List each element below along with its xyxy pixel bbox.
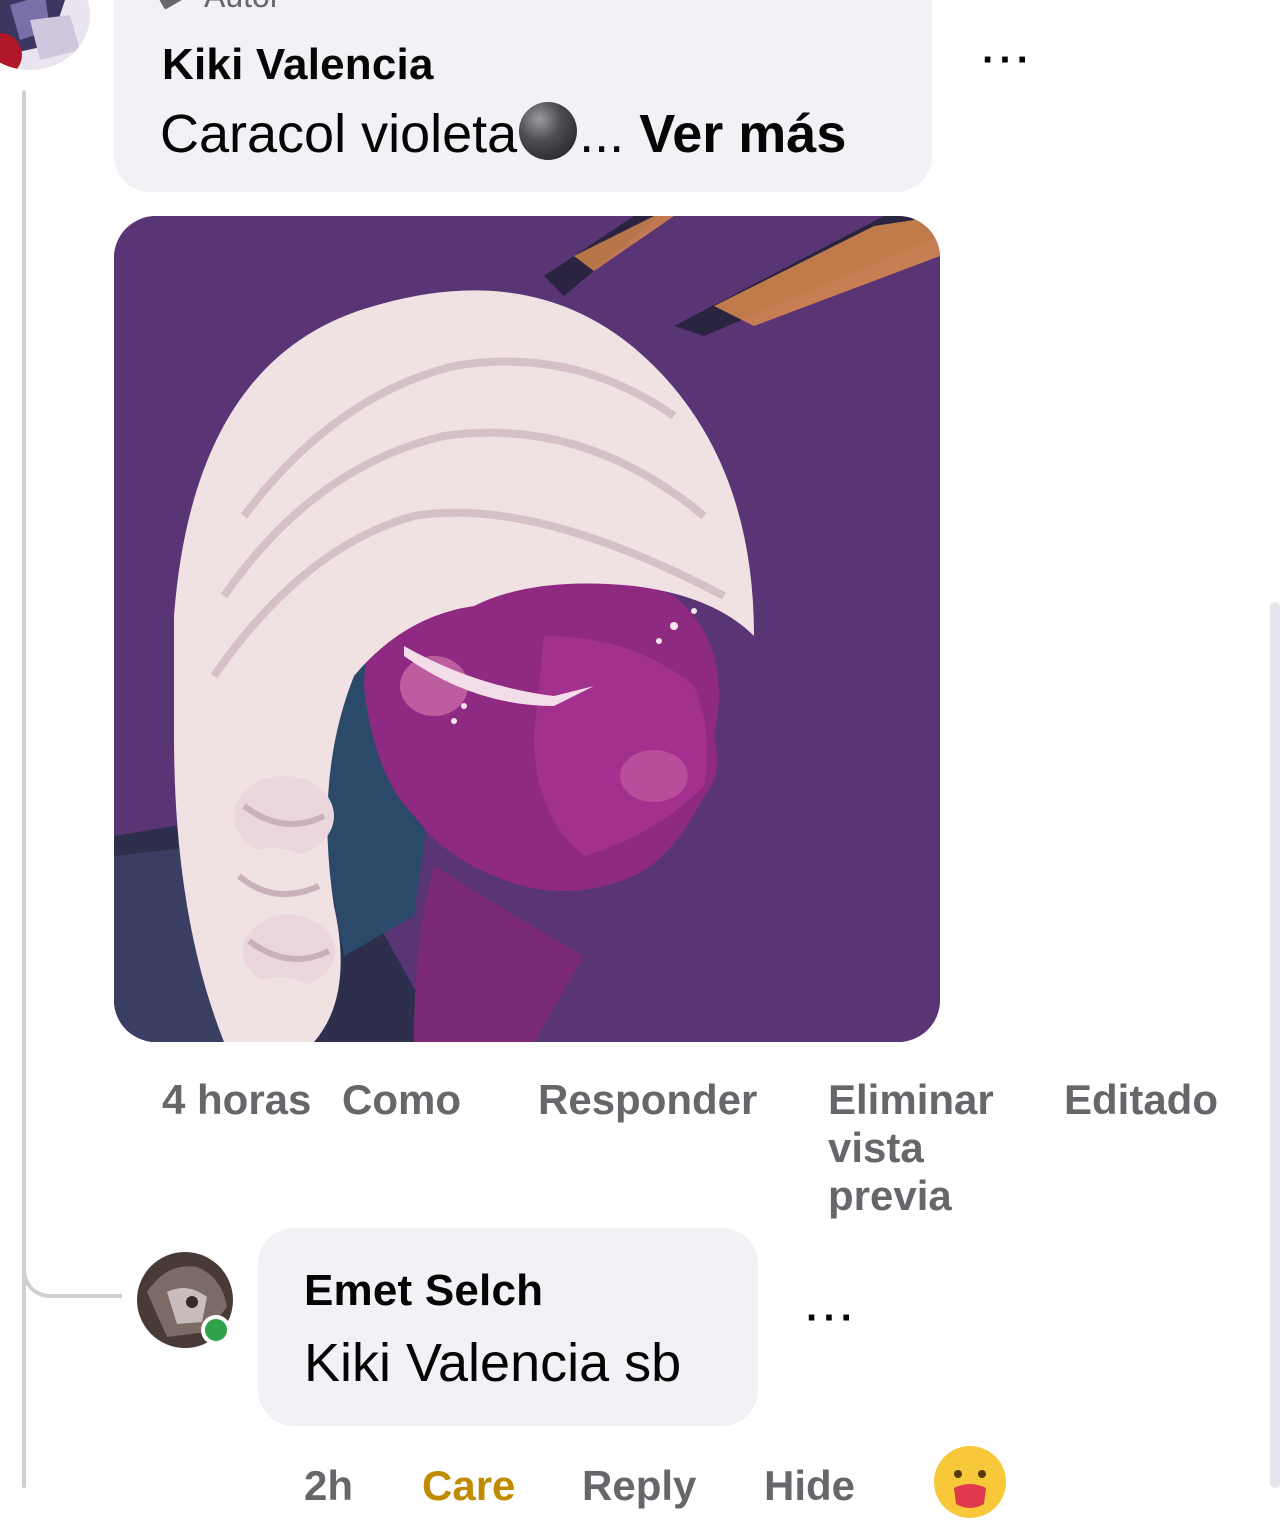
- reply-connector: [22, 1180, 122, 1298]
- black-circle-emoji-icon: [519, 102, 578, 160]
- comment-more-options-button[interactable]: ···: [982, 38, 1034, 83]
- reply-reply-button[interactable]: Reply: [582, 1462, 696, 1510]
- reply-timestamp[interactable]: 2h: [304, 1462, 353, 1510]
- reply-author-name[interactable]: Emet Selch: [304, 1266, 543, 1316]
- reply-bubble: [258, 1228, 758, 1426]
- care-button[interactable]: Care: [422, 1462, 515, 1510]
- hide-button[interactable]: Hide: [764, 1462, 855, 1510]
- see-more-link[interactable]: Ver más: [639, 104, 846, 164]
- remove-preview-button[interactable]: Eliminar vista previa: [828, 1076, 1028, 1220]
- author-badge: Autor: [159, 0, 280, 15]
- comment-ellipsis: ...: [579, 104, 625, 164]
- reply-text: Kiki Valencia sb: [304, 1333, 682, 1393]
- comment-image[interactable]: [114, 216, 940, 1042]
- author-avatar[interactable]: [0, 0, 90, 70]
- author-badge-label: Autor: [204, 0, 280, 15]
- scrollbar[interactable]: [1270, 602, 1280, 1488]
- like-button[interactable]: Como: [342, 1076, 461, 1124]
- online-status-icon: [201, 1315, 231, 1345]
- care-reaction-icon[interactable]: [932, 1444, 1008, 1520]
- illustration-image: [114, 216, 940, 1042]
- pencil-icon: [159, 0, 191, 10]
- reply-more-options-button[interactable]: ···: [806, 1296, 858, 1341]
- reply-button[interactable]: Responder: [538, 1076, 757, 1124]
- comment-author-name[interactable]: Kiki Valencia: [162, 40, 434, 90]
- comment-timestamp[interactable]: 4 horas: [162, 1076, 312, 1124]
- comment-text-content: Caracol violeta: [160, 104, 518, 164]
- edited-label[interactable]: Editado: [1064, 1076, 1218, 1124]
- comment-text: Caracol violeta... Ver más: [160, 102, 846, 165]
